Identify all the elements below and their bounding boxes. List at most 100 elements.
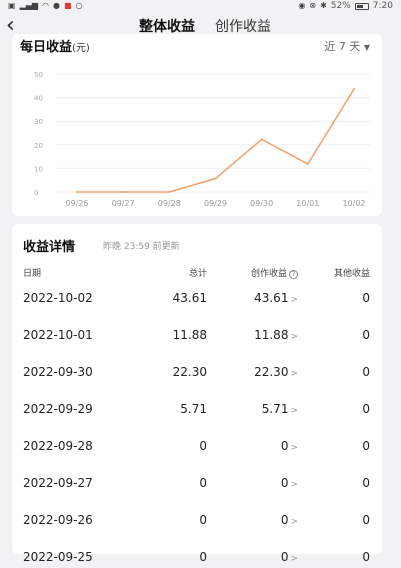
chevron-right-icon: > xyxy=(290,295,298,305)
x-tick-label: 09/26 xyxy=(65,199,88,208)
x-tick-label: 09/30 xyxy=(250,199,273,208)
row-creation-value: 0 xyxy=(280,476,289,490)
info-icon[interactable]: ? xyxy=(289,270,298,279)
row-total: 43.61 xyxy=(172,291,207,305)
row-date: 2022-09-29 xyxy=(23,402,93,416)
battery-percent: 52% xyxy=(330,1,351,11)
location-icon: ● xyxy=(53,1,60,10)
column-header-creation: 创作收益? xyxy=(251,266,298,279)
message-icon: ○ xyxy=(75,1,83,10)
x-tick-label: 09/27 xyxy=(112,199,135,208)
data-point xyxy=(353,88,355,91)
row-creation[interactable]: 11.88 > xyxy=(254,328,298,342)
row-date: 2022-09-30 xyxy=(23,365,93,379)
row-creation-value: 0 xyxy=(280,439,289,453)
row-creation[interactable]: 0 > xyxy=(281,476,298,490)
row-creation[interactable]: 22.30 > xyxy=(254,365,298,379)
table-row[interactable]: 2022-09-28 0 0 >0 xyxy=(12,439,382,469)
row-creation-value: 22.30 xyxy=(254,365,289,379)
data-point xyxy=(122,191,125,193)
status-bar: ▣ ▂▄▆ ◠ ● ■ ○ ◉ ⊗ ✱ 52% 7:20 xyxy=(0,0,401,12)
mute-icon: ⊗ xyxy=(309,1,317,10)
row-other: 0 xyxy=(362,550,370,564)
row-date: 2022-09-25 xyxy=(23,550,93,564)
y-tick-label: 50 xyxy=(34,71,43,79)
column-header-creation-label: 创作收益 xyxy=(250,269,287,279)
earnings-series-line xyxy=(77,88,355,193)
y-tick-label: 40 xyxy=(34,95,43,103)
chevron-right-icon: > xyxy=(290,554,298,564)
x-tick-label: 10/01 xyxy=(296,199,319,208)
table-row[interactable]: 2022-09-29 5.71 5.71 >0 xyxy=(12,402,382,432)
row-creation-value: 11.88 xyxy=(254,328,289,342)
row-date: 2022-09-28 xyxy=(23,439,93,453)
row-creation[interactable]: 0 > xyxy=(281,513,298,527)
earnings-line-chart: 0 10 20 30 40 50 09/26 09/27 09/28 09/29 09/30 10/0… xyxy=(34,71,370,208)
row-other: 0 xyxy=(362,513,370,527)
row-total: 0 xyxy=(199,439,207,453)
table-row[interactable]: 2022-09-30 22.30 22.30 >0 xyxy=(12,365,382,395)
y-tick-label: 30 xyxy=(34,118,43,126)
data-point xyxy=(76,191,78,193)
row-creation-value: 43.61 xyxy=(254,291,289,305)
row-total: 0 xyxy=(199,550,207,564)
row-total: 0 xyxy=(199,476,207,490)
status-right: ◉ ⊗ ✱ 52% 7:20 xyxy=(298,1,393,11)
row-other: 0 xyxy=(362,402,370,416)
tab-creation-earnings[interactable]: 创作收益 xyxy=(215,16,271,36)
table-row[interactable]: 2022-09-26 0 0 >0 xyxy=(12,513,382,543)
row-creation[interactable]: 43.61 > xyxy=(254,291,298,305)
column-header-date: 日期 xyxy=(23,269,42,279)
row-total: 0 xyxy=(199,513,207,527)
battery-icon xyxy=(354,2,369,10)
status-left: ▣ ▂▄▆ ◠ ● ■ ○ xyxy=(8,2,83,10)
gallery-icon: ▣ xyxy=(8,1,16,10)
x-tick-label: 09/29 xyxy=(204,199,227,208)
chevron-right-icon: > xyxy=(290,480,298,490)
table-row[interactable]: 2022-10-02 43.61 43.61 >0 xyxy=(12,291,382,321)
chevron-right-icon: > xyxy=(290,443,298,453)
row-other: 0 xyxy=(362,476,370,490)
data-point xyxy=(168,191,171,193)
row-date: 2022-09-26 xyxy=(23,513,93,527)
column-header-other: 其他收益 xyxy=(333,269,370,279)
row-total: 22.30 xyxy=(172,365,207,379)
chevron-right-icon: > xyxy=(290,332,298,342)
row-creation-value: 5.71 xyxy=(261,402,289,416)
row-total: 5.71 xyxy=(180,402,207,416)
chevron-right-icon: > xyxy=(290,517,298,527)
row-creation-value: 0 xyxy=(280,513,289,527)
row-other: 0 xyxy=(362,291,370,305)
chevron-right-icon: > xyxy=(290,406,298,416)
row-date: 2022-10-01 xyxy=(23,328,93,342)
table-row[interactable]: 2022-10-01 11.88 11.88 >0 xyxy=(12,328,382,358)
data-point xyxy=(260,138,263,141)
data-point xyxy=(306,162,309,165)
tab-overall-earnings[interactable]: 整体收益 xyxy=(139,16,195,36)
y-tick-label: 0 xyxy=(34,189,38,197)
clock: 7:20 xyxy=(372,1,393,11)
row-creation[interactable]: 5.71 > xyxy=(262,402,298,416)
detail-title: 收益详情 xyxy=(23,240,76,255)
y-tick-label: 10 xyxy=(34,165,43,173)
wifi-icon: ◠ xyxy=(42,1,50,10)
row-other: 0 xyxy=(362,439,370,453)
row-creation[interactable]: 0 > xyxy=(281,550,298,564)
eye-icon: ◉ xyxy=(298,1,306,10)
data-point xyxy=(214,177,217,180)
bluetooth-icon: ✱ xyxy=(320,1,327,10)
table-row[interactable]: 2022-09-25 0 0 >0 xyxy=(12,550,382,568)
column-header-total: 总计 xyxy=(188,269,207,279)
earnings-detail-card: 收益详情 昨晚 23:59 前更新 日期 总计 创作收益? 其他收益 2022-… xyxy=(12,224,382,564)
daily-earnings-card: 每日收益(元) 近 7 天 ▼ 0 10 20 30 40 50 09/26 09/27 09/… xyxy=(12,34,382,216)
row-other: 0 xyxy=(362,328,370,342)
row-total: 11.88 xyxy=(172,328,207,342)
table-row[interactable]: 2022-09-27 0 0 >0 xyxy=(12,476,382,506)
row-creation[interactable]: 0 > xyxy=(281,439,298,453)
row-creation-value: 0 xyxy=(280,550,289,564)
x-tick-label: 10/02 xyxy=(342,199,365,208)
chevron-right-icon: > xyxy=(290,369,298,379)
notification-icon: ■ xyxy=(64,1,72,10)
row-other: 0 xyxy=(362,365,370,379)
signal-icon: ▂▄▆ xyxy=(19,1,39,10)
